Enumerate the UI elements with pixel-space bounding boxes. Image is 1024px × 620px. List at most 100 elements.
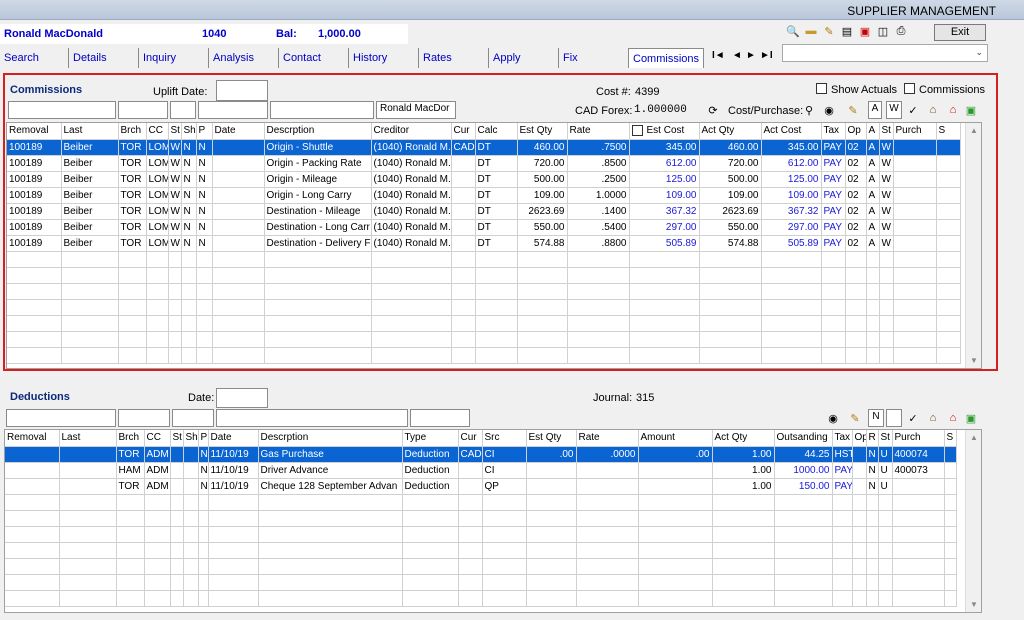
filter-n-input[interactable]: N <box>868 409 884 427</box>
table-row[interactable]: 100189BeiberTORLOMWNNOrigin - Long Carry… <box>7 187 961 204</box>
checkmark-icon[interactable]: ✓ <box>906 103 920 117</box>
nav-last-button[interactable]: ►I <box>760 50 773 61</box>
empty-row[interactable] <box>7 331 961 348</box>
tab-details[interactable]: Details <box>68 48 111 68</box>
column-header[interactable]: S <box>936 123 961 140</box>
column-header[interactable]: Act Cost <box>761 123 822 140</box>
filter-description[interactable] <box>270 101 374 119</box>
top-dropdown[interactable]: ⌄ <box>782 44 988 62</box>
scroll-down-icon[interactable]: ▼ <box>970 356 978 365</box>
table-row[interactable]: 100189BeiberTORLOMWNNDestination - Milea… <box>7 203 961 220</box>
scroll-up-icon[interactable]: ▲ <box>970 433 978 442</box>
column-header[interactable]: Purch <box>892 430 945 447</box>
ded-filter-type[interactable] <box>410 409 470 427</box>
column-header[interactable]: Est Cost <box>629 123 700 140</box>
tab-search[interactable]: Search <box>0 48 43 68</box>
tab-commissions[interactable]: Commissions <box>628 48 705 68</box>
commissions-checkbox[interactable] <box>904 83 915 94</box>
preview-icon[interactable]: ◫ <box>876 24 890 38</box>
export-icon[interactable]: ▣ <box>964 411 978 425</box>
column-header[interactable]: Type <box>402 430 459 447</box>
filter-brch[interactable] <box>118 101 168 119</box>
filter-a-button[interactable]: A <box>868 101 882 119</box>
column-header[interactable]: Last <box>59 430 117 447</box>
folder-icon[interactable]: ▬ <box>804 24 818 38</box>
column-header[interactable]: Creditor <box>371 123 452 140</box>
empty-row[interactable] <box>7 283 961 300</box>
refresh-icon[interactable]: ⟳ <box>706 103 720 117</box>
checkmark-icon[interactable]: ✓ <box>906 411 920 425</box>
tab-history[interactable]: History <box>348 48 391 68</box>
empty-row[interactable] <box>5 590 957 607</box>
ded-filter-brch[interactable] <box>118 409 170 427</box>
column-header[interactable]: Tax <box>821 123 846 140</box>
nav-first-button[interactable]: I◄ <box>712 50 725 61</box>
column-header[interactable]: Sh <box>183 430 199 447</box>
column-header[interactable]: Descrption <box>264 123 372 140</box>
show-actuals-checkbox[interactable] <box>816 83 827 94</box>
column-header[interactable]: Cur <box>458 430 483 447</box>
column-header[interactable]: Op <box>852 430 867 447</box>
find-icon[interactable]: 🔍 <box>786 24 800 38</box>
stamp-icon[interactable]: ⌂ <box>926 103 940 117</box>
column-header[interactable]: Outsanding <box>774 430 833 447</box>
binoculars-icon[interactable]: ◉ <box>822 103 836 117</box>
column-header[interactable]: St <box>878 430 893 447</box>
table-row[interactable]: TOR ADM N 11/10/19 Cheque 128 September Adva… <box>5 478 957 495</box>
note-icon[interactable]: ✎ <box>846 103 860 117</box>
pdf-icon[interactable]: ▣ <box>858 24 872 38</box>
stamp-red-icon[interactable]: ⌂ <box>946 103 960 117</box>
table-row[interactable]: 100189BeiberTORLOMWNNDestination - Long … <box>7 219 961 236</box>
ded-filter-removal[interactable] <box>6 409 116 427</box>
column-header[interactable]: Brch <box>118 123 147 140</box>
column-header[interactable]: Date <box>212 123 265 140</box>
tab-rates[interactable]: Rates <box>418 48 456 68</box>
tab-contact[interactable]: Contact <box>278 48 325 68</box>
edit-icon[interactable]: ✎ <box>822 24 836 38</box>
tab-apply[interactable]: Apply <box>488 48 525 68</box>
exit-button[interactable]: Exit <box>934 24 986 41</box>
stamp-icon[interactable]: ⌂ <box>926 411 940 425</box>
scroll-up-icon[interactable]: ▲ <box>970 126 978 135</box>
nav-prev-button[interactable]: ◄ <box>732 50 742 61</box>
empty-row[interactable] <box>7 347 961 364</box>
document-icon[interactable]: ▤ <box>840 24 854 38</box>
column-header[interactable]: Amount <box>638 430 713 447</box>
note-icon[interactable]: ✎ <box>848 411 862 425</box>
tab-inquiry[interactable]: Inquiry <box>138 48 180 68</box>
table-row[interactable]: 100189BeiberTORLOMWNNOrigin - Mileage(10… <box>7 171 961 188</box>
column-header[interactable]: Descrption <box>258 430 403 447</box>
column-header[interactable]: Removal <box>7 123 62 140</box>
empty-row[interactable] <box>5 574 957 591</box>
column-header[interactable]: St <box>879 123 894 140</box>
export-icon[interactable]: ▣ <box>964 103 978 117</box>
column-header[interactable]: CC <box>146 123 169 140</box>
binoculars-icon[interactable]: ◉ <box>826 411 840 425</box>
empty-row[interactable] <box>7 251 961 268</box>
nav-next-button[interactable]: ► <box>746 50 756 61</box>
column-header[interactable]: P <box>198 430 209 447</box>
stamp-red-icon[interactable]: ⌂ <box>946 411 960 425</box>
empty-row[interactable] <box>5 542 957 559</box>
column-header[interactable]: P <box>196 123 213 140</box>
column-header[interactable]: Last <box>61 123 119 140</box>
filter-blank-input[interactable] <box>886 409 902 427</box>
column-header[interactable]: Tax <box>832 430 853 447</box>
column-header[interactable]: Calc <box>475 123 518 140</box>
deduction-date-input[interactable] <box>216 388 268 408</box>
column-header[interactable]: St <box>168 123 182 140</box>
column-header[interactable]: St <box>170 430 184 447</box>
empty-row[interactable] <box>7 299 961 316</box>
tab-analysis[interactable]: Analysis <box>208 48 258 68</box>
empty-row[interactable] <box>7 267 961 284</box>
search-icon[interactable]: ⚲ <box>802 103 816 117</box>
column-header[interactable]: Sh <box>181 123 197 140</box>
column-header[interactable]: R <box>866 430 879 447</box>
filter-creditor[interactable]: Ronald MacDor <box>376 101 456 119</box>
empty-row[interactable] <box>7 315 961 332</box>
scroll-down-icon[interactable]: ▼ <box>970 600 978 609</box>
table-row[interactable]: 100189BeiberTORLOMWNNDestination - Deliv… <box>7 235 961 252</box>
column-header[interactable]: Rate <box>567 123 630 140</box>
column-header[interactable]: Src <box>482 430 527 447</box>
column-header[interactable]: S <box>944 430 957 447</box>
